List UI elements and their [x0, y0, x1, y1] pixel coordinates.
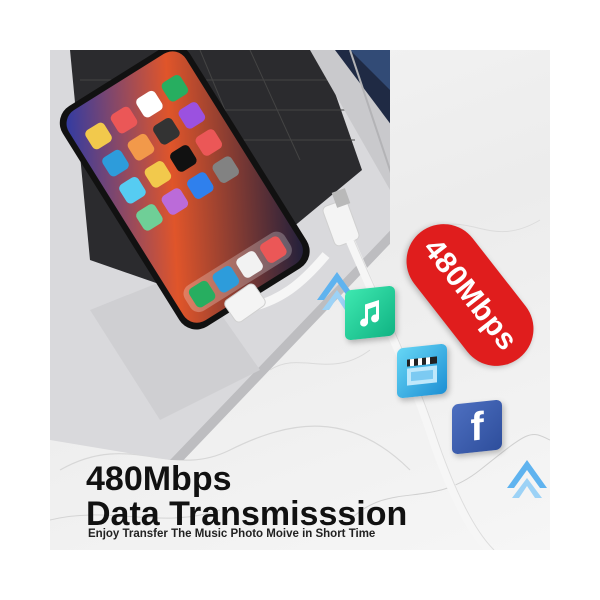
- up-arrow-icon-2: [507, 460, 547, 498]
- video-clapper-icon: [397, 343, 447, 399]
- headline-subtitle: Enjoy Transfer The Music Photo Moive in …: [88, 528, 376, 540]
- music-note-icon: [345, 285, 395, 341]
- headline-speed: 480Mbps: [86, 460, 232, 498]
- headline-title: Data Transmisssion: [86, 495, 408, 533]
- facebook-icon: f: [452, 399, 502, 455]
- product-image: f 480Mbps 480Mbps Data Transmisssion Enj…: [0, 0, 600, 600]
